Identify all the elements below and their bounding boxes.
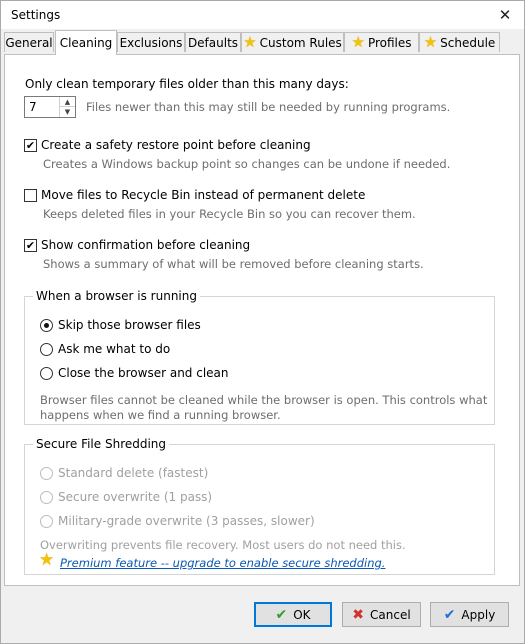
tab-label: Cleaning xyxy=(59,36,113,50)
tab-cleaning[interactable]: Cleaning xyxy=(55,30,117,55)
tab-label: Custom Rules xyxy=(259,35,342,50)
cancel-button[interactable]: ✖ Cancel xyxy=(342,602,421,627)
tab-label: Schedule xyxy=(440,35,496,50)
star-icon: ★ xyxy=(243,33,257,51)
confirmation-hint: Shows a summary of what will be removed … xyxy=(43,257,424,271)
skip-browser-label[interactable]: Skip those browser files xyxy=(58,318,201,332)
star-icon: ★ xyxy=(423,33,438,51)
apply-button[interactable]: ✔ Apply xyxy=(430,602,509,627)
restore-point-hint: Creates a Windows backup point so change… xyxy=(43,157,451,171)
secure-overwrite-radio[interactable] xyxy=(40,491,53,504)
cancel-label: Cancel xyxy=(370,607,411,622)
restore-point-checkbox[interactable]: ✔ xyxy=(24,139,37,152)
check-icon: ✔ xyxy=(443,606,456,623)
military-overwrite-label[interactable]: Military-grade overwrite (3 passes, slow… xyxy=(58,514,315,528)
star-icon: ★ xyxy=(351,33,365,51)
standard-delete-label[interactable]: Standard delete (fastest) xyxy=(58,466,208,480)
cleaning-tab-panel: Only clean temporary files older than th… xyxy=(4,54,520,586)
confirmation-label[interactable]: Show confirmation before cleaning xyxy=(41,238,250,252)
tab-label: Profiles xyxy=(367,35,412,50)
recycle-bin-label[interactable]: Move files to Recycle Bin instead of per… xyxy=(41,188,365,202)
spin-up-icon[interactable]: ▲ xyxy=(60,97,75,107)
check-icon: ✔ xyxy=(275,606,288,623)
title-bar: Settings ✕ xyxy=(1,1,524,29)
close-icon: ✖ xyxy=(352,606,365,623)
close-browser-label[interactable]: Close the browser and clean xyxy=(58,366,229,380)
tab-defaults[interactable]: Defaults xyxy=(185,32,241,52)
confirmation-checkbox[interactable]: ✔ xyxy=(24,239,37,252)
spin-down-icon[interactable]: ▼ xyxy=(60,107,75,117)
restore-point-label[interactable]: Create a safety restore point before cle… xyxy=(41,138,311,152)
tab-exclusions[interactable]: Exclusions xyxy=(117,32,185,52)
tab-label: Defaults xyxy=(187,35,239,50)
premium-upgrade-link[interactable]: Premium feature -- upgrade to enable sec… xyxy=(60,556,385,570)
ask-me-radio[interactable] xyxy=(40,343,53,356)
ok-label: OK xyxy=(293,607,311,622)
recycle-bin-hint: Keeps deleted files in your Recycle Bin … xyxy=(43,207,416,221)
recycle-bin-checkbox[interactable] xyxy=(24,189,37,202)
ask-me-label[interactable]: Ask me what to do xyxy=(58,342,170,356)
days-stepper[interactable]: 7 ▲ ▼ xyxy=(24,96,76,118)
settings-window: Settings ✕ General Cleaning Exclusions D… xyxy=(0,0,525,644)
shred-note: Overwriting prevents file recovery. Most… xyxy=(40,538,406,552)
tab-label: Exclusions xyxy=(119,35,183,50)
days-hint: Files newer than this may still be neede… xyxy=(86,100,451,114)
browser-note-line1: Browser files cannot be cleaned while th… xyxy=(40,393,488,407)
tab-schedule[interactable]: ★ Schedule xyxy=(419,32,500,52)
ok-button[interactable]: ✔ OK xyxy=(254,602,332,627)
browser-note-line2: happens when we find a running browser. xyxy=(40,408,281,422)
close-browser-radio[interactable] xyxy=(40,367,53,380)
apply-label: Apply xyxy=(461,607,496,622)
shred-group-title: Secure File Shredding xyxy=(33,437,170,451)
tab-label: General xyxy=(5,35,53,50)
tab-general[interactable]: General xyxy=(4,32,54,52)
military-overwrite-radio[interactable] xyxy=(40,515,53,528)
star-icon: ★ xyxy=(39,550,55,570)
secure-overwrite-label[interactable]: Secure overwrite (1 pass) xyxy=(58,490,212,504)
skip-browser-radio[interactable] xyxy=(40,319,53,332)
window-title: Settings xyxy=(11,8,61,22)
close-icon[interactable]: ✕ xyxy=(494,4,516,26)
standard-delete-radio[interactable] xyxy=(40,467,53,480)
days-label: Only clean temporary files older than th… xyxy=(25,77,349,91)
days-value[interactable]: 7 xyxy=(29,100,37,114)
tab-custom-rules[interactable]: ★ Custom Rules xyxy=(241,32,344,52)
browser-group-title: When a browser is running xyxy=(33,289,200,303)
tab-profiles[interactable]: ★ Profiles xyxy=(344,32,419,52)
tab-strip: General Cleaning Exclusions Defaults ★ C… xyxy=(4,30,519,55)
